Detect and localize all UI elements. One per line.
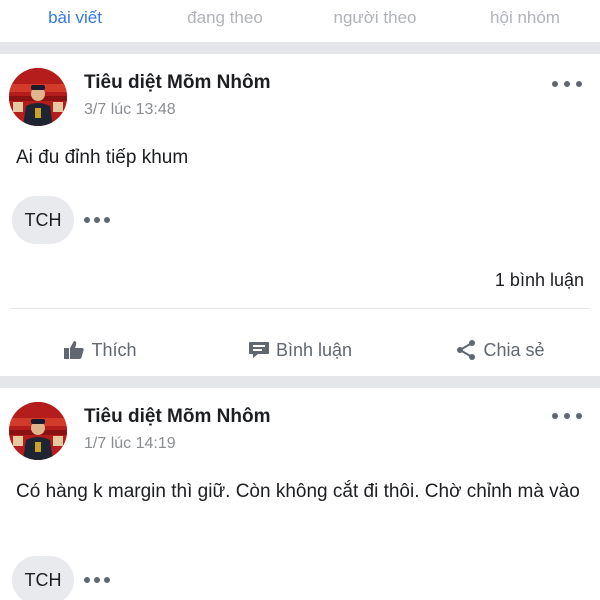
share-label: Chia sẻ — [483, 339, 545, 360]
tab-groups[interactable]: hội nhóm — [450, 0, 600, 42]
avatar[interactable] — [9, 402, 67, 460]
avatar-image — [9, 68, 67, 126]
post-card: Tiêu diệt Mõm Nhôm 1/7 lúc 14:19 Có hàng… — [0, 388, 600, 600]
post-card: Tiêu diệt Mõm Nhôm 3/7 lúc 13:48 Ai đu đ… — [0, 54, 600, 376]
profile-tabs: bài viết đang theo người theo hội nhóm — [0, 0, 600, 42]
post-content: Có hàng k margin thì giữ. Còn không cắt … — [16, 481, 580, 502]
section-divider — [0, 42, 600, 54]
comment-button[interactable]: Bình luận — [200, 330, 400, 370]
reaction-more-icon[interactable] — [84, 214, 110, 226]
share-button[interactable]: Chia sẻ — [400, 330, 600, 370]
post-content: Ai đu đỉnh tiếp khum — [16, 147, 189, 168]
tab-posts[interactable]: bài viết — [0, 0, 150, 42]
more-options-icon[interactable] — [552, 74, 582, 94]
tab-followers[interactable]: người theo — [300, 0, 450, 42]
divider — [10, 308, 590, 309]
avatar[interactable] — [9, 68, 67, 126]
post-author[interactable]: Tiêu diệt Mõm Nhôm — [84, 406, 270, 428]
post-timestamp[interactable]: 3/7 lúc 13:48 — [84, 101, 176, 119]
section-divider — [0, 376, 600, 388]
like-button[interactable]: Thích — [0, 330, 200, 370]
thumbs-up-icon — [64, 341, 85, 359]
avatar-image — [9, 402, 67, 460]
more-options-icon[interactable] — [552, 406, 582, 426]
comment-bubble-icon — [248, 342, 269, 358]
tab-following[interactable]: đang theo — [150, 0, 300, 42]
like-label: Thích — [91, 339, 137, 360]
share-icon — [457, 340, 476, 360]
post-actions: Thích Bình luận Chia sẻ — [0, 330, 600, 370]
reaction-more-icon[interactable] — [84, 574, 110, 586]
comment-label: Bình luận — [275, 339, 353, 360]
post-author[interactable]: Tiêu diệt Mõm Nhôm — [84, 72, 270, 94]
reaction-chip[interactable]: TCH — [12, 196, 74, 244]
comment-count[interactable]: 1 bình luận — [495, 270, 584, 291]
post-timestamp[interactable]: 1/7 lúc 14:19 — [84, 435, 176, 453]
reaction-chip[interactable]: TCH — [12, 556, 74, 600]
